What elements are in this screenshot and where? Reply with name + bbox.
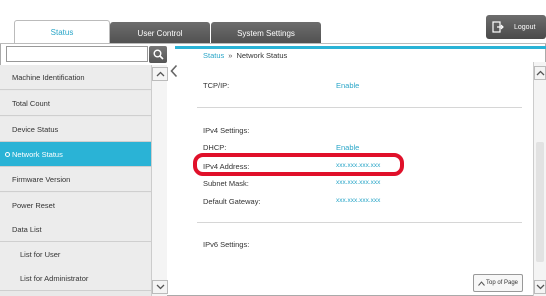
tab-status[interactable]: Status xyxy=(14,20,110,44)
section-divider xyxy=(197,222,522,223)
tab-user-control[interactable]: User Control xyxy=(110,22,210,44)
search-icon xyxy=(153,49,164,60)
subnet-mask-label: Subnet Mask: xyxy=(203,179,249,188)
sidebar-item-network-status[interactable]: Network Status xyxy=(0,142,151,167)
sidebar-scroll-down-button[interactable] xyxy=(152,280,168,294)
search-button[interactable] xyxy=(149,46,167,63)
main-scroll-up-button[interactable] xyxy=(534,66,546,80)
chevron-left-icon xyxy=(170,64,178,78)
main-scrollbar[interactable] xyxy=(533,62,546,296)
sidebar-item-list-for-user[interactable]: List for User xyxy=(0,242,151,267)
sidebar-item-device-status[interactable]: Device Status xyxy=(0,117,151,142)
sidebar-search xyxy=(0,45,168,65)
tcpip-label: TCP/IP: xyxy=(203,81,230,90)
search-input[interactable] xyxy=(6,46,148,62)
breadcrumb-status-link[interactable]: Status xyxy=(203,51,224,60)
main-scroll-thumb[interactable] xyxy=(536,142,544,262)
chevron-up-icon xyxy=(156,71,164,77)
breadcrumb-separator: » xyxy=(228,51,233,60)
logout-label: Logout xyxy=(514,23,536,31)
logout-button[interactable]: Logout xyxy=(486,15,546,39)
sidebar-scrollbar[interactable] xyxy=(151,65,168,296)
sidebar-item-machine-identification[interactable]: Machine Identification xyxy=(0,65,151,90)
ipv6-settings-heading: IPv6 Settings: xyxy=(203,240,250,249)
sidebar-scroll-up-button[interactable] xyxy=(152,67,168,81)
sidebar-item-total-count[interactable]: Total Count xyxy=(0,91,151,116)
sidebar: Machine Identification Total Count Devic… xyxy=(0,65,151,296)
dhcp-label: DHCP: xyxy=(203,143,227,152)
header-divider xyxy=(0,43,546,44)
accent-bar xyxy=(175,46,546,49)
top-navigation: Status User Control System Settings Logo… xyxy=(0,0,546,44)
chevron-down-icon xyxy=(156,284,164,290)
breadcrumb-current: Network Status xyxy=(236,51,288,60)
sidebar-item-data-list[interactable]: Data List xyxy=(0,217,151,242)
top-of-page-button[interactable]: Top of Page xyxy=(473,274,523,292)
section-divider xyxy=(197,107,522,108)
default-gateway-label: Default Gateway: xyxy=(203,197,261,206)
sidebar-item-firmware-version[interactable]: Firmware Version xyxy=(0,167,151,192)
breadcrumb: Status » Network Status xyxy=(203,51,287,60)
chevron-down-icon xyxy=(536,284,544,290)
sidebar-item-label: Network Status xyxy=(12,149,63,159)
top-of-page-label: Top of Page xyxy=(485,280,519,286)
network-status-panel: TCP/IP: Enable IPv4 Settings: DHCP: Enab… xyxy=(187,62,529,296)
arrow-up-icon xyxy=(478,280,485,286)
selected-indicator-icon xyxy=(5,151,10,157)
tab-system-settings[interactable]: System Settings xyxy=(211,22,321,44)
chevron-up-icon xyxy=(536,70,544,76)
collapse-sidebar-button[interactable] xyxy=(168,58,180,84)
sidebar-item-power-reset[interactable]: Power Reset xyxy=(0,193,151,218)
subnet-mask-value: xxx.xxx.xxx.xxx xyxy=(336,179,381,186)
ipv4-settings-heading: IPv4 Settings: xyxy=(203,126,250,135)
logout-icon xyxy=(492,21,504,33)
ipv4-address-highlight xyxy=(193,153,404,176)
default-gateway-value: xxx.xxx.xxx.xxx xyxy=(336,197,381,204)
sidebar-item-list-for-administrator[interactable]: List for Administrator xyxy=(0,266,151,291)
dhcp-value: Enable xyxy=(336,143,360,152)
tcpip-value: Enable xyxy=(336,81,360,90)
main-scroll-down-button[interactable] xyxy=(534,280,546,294)
